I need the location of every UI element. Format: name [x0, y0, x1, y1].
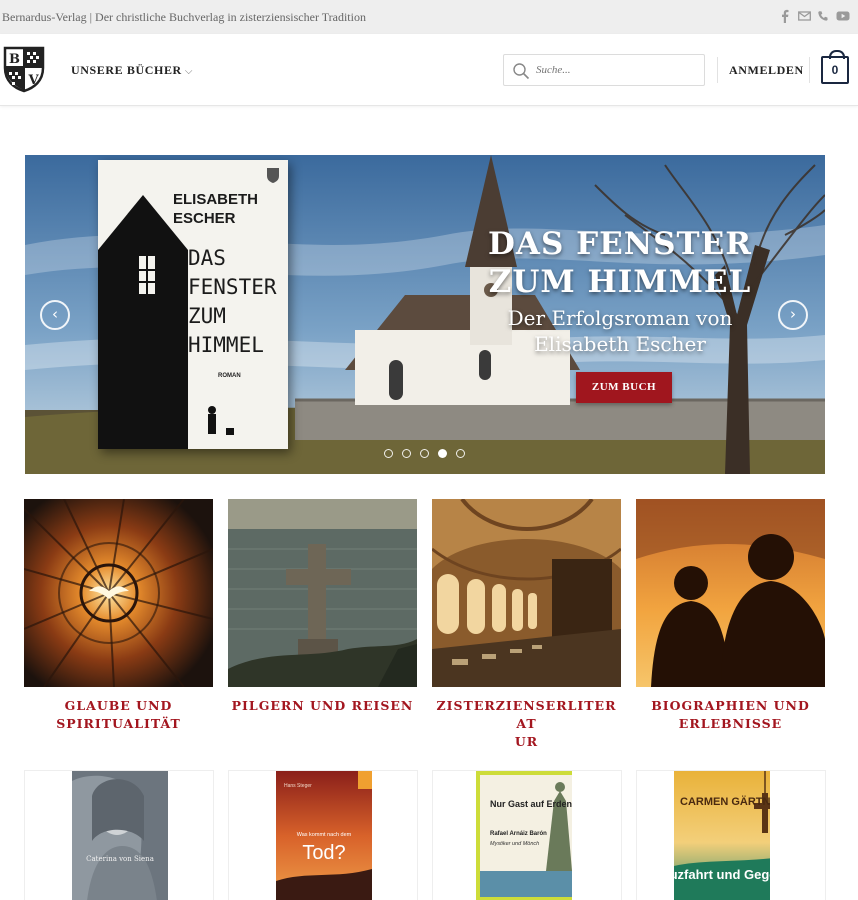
book-card: Hans Steger Was kommt nach dem Tod?: [228, 770, 418, 900]
category-label[interactable]: PILGERN UND REISEN: [228, 697, 417, 715]
mail-icon[interactable]: [798, 8, 811, 22]
book-cover-author: Hans Steger: [284, 783, 312, 789]
book-cover-subtitle: Was kommt nach dem: [297, 832, 352, 838]
nav-our-books[interactable]: UNSERE BÜCHER ⌵: [71, 63, 193, 78]
book-cover-title: Tod?: [302, 842, 345, 864]
chevron-right-icon: ›: [790, 305, 796, 323]
book-cover[interactable]: Nur Gast auf Erden Rafael Arnáiz Barón M…: [476, 771, 572, 900]
slide-headline: DAS FENSTER ZUM HIMMEL: [488, 226, 752, 300]
chevron-down-icon: ⌵: [184, 66, 194, 77]
category-image-cloister[interactable]: [432, 499, 621, 687]
header-divider: [717, 57, 718, 83]
site-logo[interactable]: B V: [2, 45, 46, 93]
nav-our-books-label: UNSERE BÜCHER: [71, 63, 182, 77]
category-image-cross-lake[interactable]: [228, 499, 417, 687]
facebook-icon[interactable]: [779, 8, 791, 23]
slider-dot[interactable]: [438, 449, 447, 458]
top-bar: Bernardus-Verlag | Der christliche Buchv…: [0, 0, 858, 34]
category-label[interactable]: GLAUBE UND SPIRITUALITÄT: [24, 697, 213, 733]
cart-button[interactable]: 0: [821, 50, 849, 84]
phone-icon[interactable]: [817, 8, 829, 22]
book-cover-title: Kreuzfahrt und Gegenwind: [674, 867, 770, 882]
book-cover[interactable]: Hans Steger Was kommt nach dem Tod?: [276, 771, 372, 900]
book-cover-title: Nur Gast auf Erden: [490, 799, 572, 809]
book-genre: ROMAN: [218, 373, 241, 379]
category-image-silhouettes[interactable]: [636, 499, 825, 687]
book-cover-subtitle: Mystiker und Mönch: [490, 841, 539, 847]
book-cover[interactable]: CARMEN GÄRTNER Kreuzfahrt und Gegenwind: [674, 771, 770, 900]
featured-book-cover[interactable]: ELISABETH ESCHER DAS FENSTER ZUM HIMMEL ROMA…: [98, 160, 288, 449]
site-header: B V UNSERE BÜCHER⌵ ANMELDEN 0: [0, 34, 858, 106]
slider-dot[interactable]: [456, 449, 465, 458]
book-title: DAS FENSTER ZUM HIMMEL: [188, 246, 277, 357]
slider-dot[interactable]: [384, 449, 393, 458]
book-card: Nur Gast auf Erden Rafael Arnáiz Barón M…: [432, 770, 622, 900]
header-divider: [809, 57, 810, 83]
login-link[interactable]: ANMELDEN: [729, 63, 804, 78]
book-cover-title: Caterina von Siena: [86, 855, 154, 863]
slider-dot[interactable]: [402, 449, 411, 458]
book-card: Caterina von Siena: [24, 770, 214, 900]
youtube-icon[interactable]: [836, 8, 850, 22]
category-label[interactable]: BIOGRAPHIEN UND ERLEBNISSE: [636, 697, 825, 733]
book-cover[interactable]: Caterina von Siena: [72, 771, 168, 900]
category-label[interactable]: ZISTERZIENSERLITERAT UR: [432, 697, 621, 751]
to-book-button[interactable]: ZUM BUCH: [576, 372, 672, 403]
slide-subline: Der Erfolgsroman von Elisabeth Escher: [507, 306, 733, 356]
slider-prev-button[interactable]: ‹: [40, 300, 70, 330]
slide-caption: DAS FENSTER ZUM HIMMEL Der Erfolgsroman v…: [485, 225, 755, 357]
site-tagline: Bernardus-Verlag | Der christliche Buchv…: [2, 10, 366, 24]
slider-dots: [384, 449, 465, 458]
social-links: [779, 8, 850, 23]
book-author: ELISABETH ESCHER: [173, 191, 259, 227]
search-input[interactable]: [536, 60, 696, 80]
category-image-stained-glass[interactable]: [24, 499, 213, 687]
book-cover-author: CARMEN GÄRTNER: [680, 795, 770, 808]
chevron-left-icon: ‹: [52, 305, 58, 323]
book-card: CARMEN GÄRTNER Kreuzfahrt und Gegenwind: [636, 770, 826, 900]
hero-slider: ELISABETH ESCHER DAS FENSTER ZUM HIMMEL ROMA…: [25, 155, 825, 474]
search-box[interactable]: [503, 54, 705, 86]
slider-next-button[interactable]: ›: [778, 300, 808, 330]
logo-letter-v: V: [27, 73, 39, 88]
book-cover-author: Rafael Arnáiz Barón: [490, 831, 547, 837]
logo-letter-b: B: [9, 52, 20, 67]
search-icon[interactable]: [512, 62, 530, 80]
slider-dot[interactable]: [420, 449, 429, 458]
